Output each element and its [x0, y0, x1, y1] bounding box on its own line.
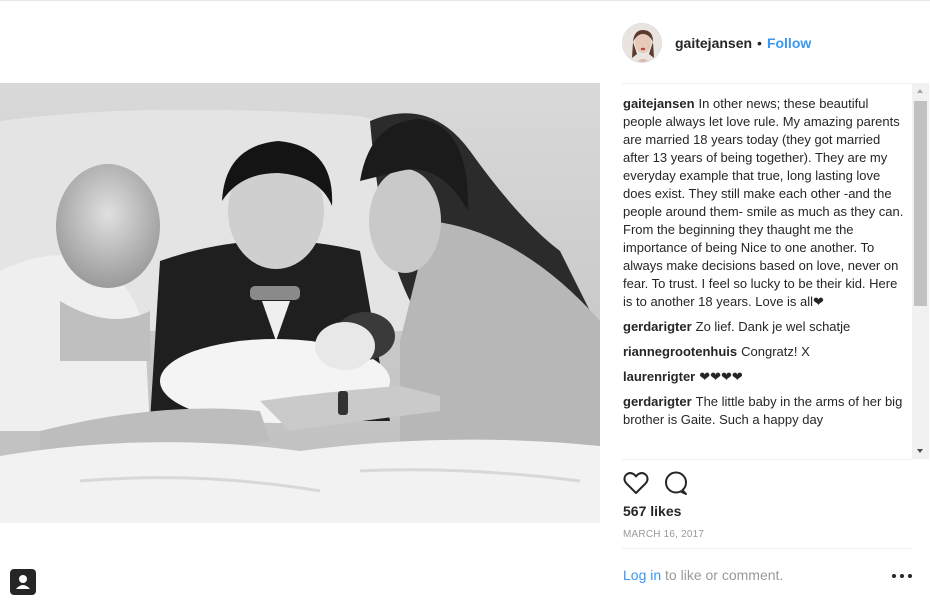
- scroll-up-arrow-icon[interactable]: [912, 83, 929, 100]
- family-photo: [0, 83, 600, 523]
- divider: [622, 548, 912, 549]
- instagram-post-window: gaitejansen • Follow gaitejansen In other…: [0, 0, 930, 601]
- post-header: gaitejansen • Follow: [622, 21, 912, 65]
- login-prompt: Log in to like or comment.: [623, 567, 783, 583]
- comment-bubble-icon[interactable]: [660, 467, 692, 499]
- more-options-icon[interactable]: [892, 569, 912, 583]
- comment-text: Congratz! X: [741, 344, 810, 359]
- post-actions: [620, 467, 700, 499]
- comment-username[interactable]: gerdarigter: [623, 394, 692, 409]
- scroll-down-arrow-icon[interactable]: [912, 442, 929, 459]
- post-photo[interactable]: [0, 1, 600, 601]
- comment-item: riannegrootenhuis Congratz! X: [623, 343, 905, 361]
- comment-item: gerdarigter Zo lief. Dank je wel schatje: [623, 318, 905, 336]
- divider: [622, 83, 912, 84]
- heart-icon[interactable]: [620, 467, 652, 499]
- login-prompt-text: to like or comment.: [661, 567, 784, 583]
- comment-text: In other news; these beautiful people al…: [623, 96, 904, 309]
- avatar[interactable]: [622, 23, 662, 63]
- comments-scrollbar[interactable]: [912, 83, 929, 459]
- comment-username[interactable]: laurenrigter: [623, 369, 695, 384]
- comment-item: laurenrigter ❤❤❤❤: [623, 368, 905, 386]
- comment-text: Zo lief. Dank je wel schatje: [695, 319, 851, 334]
- likes-count[interactable]: 567 likes: [623, 503, 681, 519]
- user-tag-icon[interactable]: [10, 569, 36, 595]
- comment-username[interactable]: gaitejansen: [623, 96, 695, 111]
- comment-text: ❤❤❤❤: [699, 369, 743, 384]
- separator-dot: •: [757, 35, 762, 51]
- follow-button[interactable]: Follow: [767, 35, 811, 51]
- login-link[interactable]: Log in: [623, 567, 661, 583]
- comment-username[interactable]: gerdarigter: [623, 319, 692, 334]
- comments-list[interactable]: gaitejansen In other news; these beautifu…: [623, 95, 905, 459]
- divider: [622, 459, 912, 460]
- comment-item: gerdarigter The little baby in the arms o…: [623, 393, 905, 429]
- caption-comment: gaitejansen In other news; these beautifu…: [623, 95, 905, 311]
- post-date[interactable]: MARCH 16, 2017: [623, 529, 704, 540]
- post-author-username[interactable]: gaitejansen: [675, 35, 752, 51]
- scrollbar-thumb[interactable]: [914, 101, 927, 306]
- comment-username[interactable]: riannegrootenhuis: [623, 344, 737, 359]
